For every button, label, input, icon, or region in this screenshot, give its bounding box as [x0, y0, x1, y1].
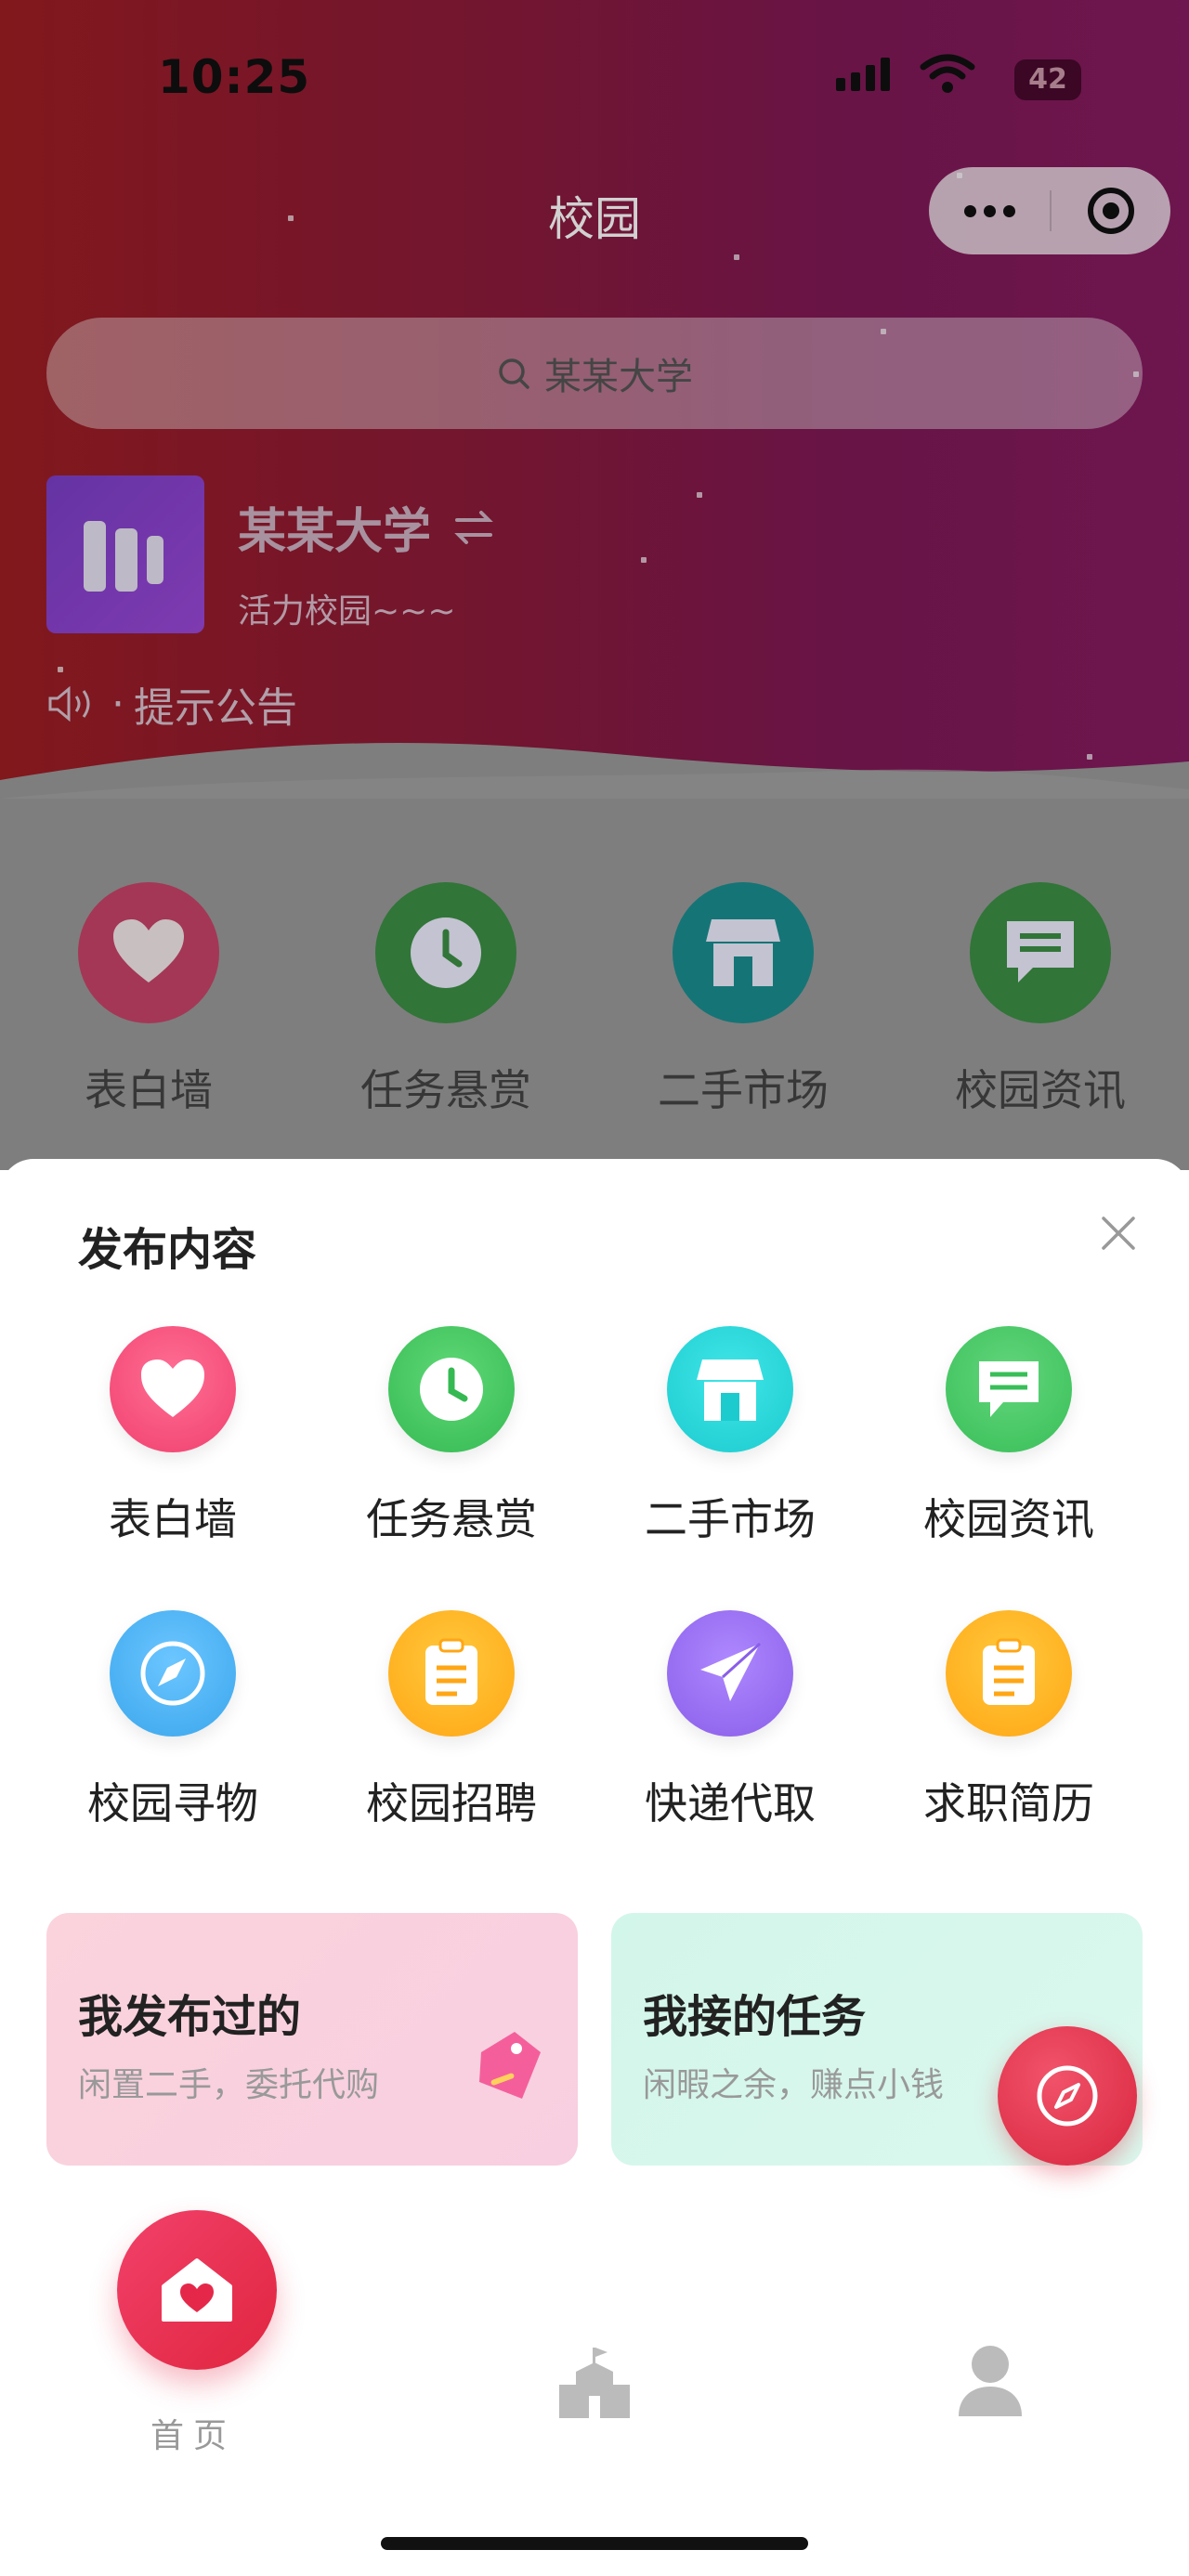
home-indicator: [381, 2537, 808, 2550]
close-icon[interactable]: [1096, 1211, 1141, 1255]
card-title: 我发布过的: [78, 1991, 302, 2043]
wifi-icon: [920, 54, 975, 93]
clipboard-icon: [983, 1638, 1035, 1705]
close-mini-program-button[interactable]: [1052, 185, 1170, 237]
search-bar[interactable]: 某某大学: [46, 318, 1143, 429]
publish-grid: 表白墙 任务悬赏 二手市场 校园资讯 校园寻物 校园招聘 快递代取 求职简历: [33, 1326, 1148, 1831]
status-time: 10:25: [158, 50, 311, 104]
clipboard-icon: [425, 1638, 477, 1705]
bg-nav-confession: 表白墙: [0, 882, 297, 1118]
notice-bar[interactable]: · 提示公告: [46, 674, 297, 734]
publish-task-reward[interactable]: 任务悬赏: [312, 1326, 591, 1547]
paper-plane-icon: [700, 1642, 762, 1701]
school-slogan: 活力校园~~~: [238, 592, 456, 631]
search-icon: [499, 358, 529, 389]
school-logo: [46, 475, 204, 633]
battery-indicator: 42: [1014, 59, 1081, 100]
publish-confession[interactable]: 表白墙: [33, 1326, 312, 1547]
page-title: 校园: [548, 192, 641, 246]
publish-resume[interactable]: 求职简历: [869, 1610, 1148, 1831]
clock-icon: [411, 917, 481, 988]
compass-icon: [140, 1641, 205, 1706]
speaker-icon: [48, 685, 90, 722]
heart-icon: [113, 919, 184, 982]
tab-home-label: 首页: [150, 2417, 237, 2455]
switch-icon[interactable]: [453, 507, 494, 548]
message-icon: [1007, 921, 1074, 982]
shop-icon: [706, 919, 780, 986]
publish-campus-jobs[interactable]: 校园招聘: [312, 1610, 591, 1831]
card-subtitle: 闲置二手，委托代购: [78, 2066, 380, 2104]
sheet-title: 发布内容: [78, 1224, 257, 1276]
search-placeholder: 某某大学: [544, 356, 693, 398]
bg-nav-task: 任务悬赏: [297, 882, 594, 1118]
publish-second-hand[interactable]: 二手市场: [591, 1326, 869, 1547]
school-info: 某某大学 活力校园~~~: [46, 475, 494, 633]
heart-icon: [141, 1360, 204, 1417]
more-button[interactable]: [929, 204, 1050, 217]
card-title: 我接的任务: [643, 1991, 867, 2043]
publish-express-pickup[interactable]: 快递代取: [591, 1610, 869, 1831]
bg-nav-news: 校园资讯: [892, 882, 1189, 1118]
mini-program-capsule: [929, 167, 1170, 254]
tab-campus[interactable]: [555, 2344, 634, 2422]
clock-icon: [420, 1358, 483, 1421]
floating-compass-button[interactable]: [998, 2026, 1137, 2166]
message-icon: [979, 1361, 1039, 1417]
my-published-card[interactable]: 我发布过的 闲置二手，委托代购: [46, 1913, 578, 2166]
publish-campus-news[interactable]: 校园资讯: [869, 1326, 1148, 1547]
tag-icon: [479, 2032, 541, 2099]
tab-home[interactable]: [117, 2210, 277, 2370]
tab-profile[interactable]: [953, 2344, 1027, 2418]
signal-icon: [836, 58, 890, 91]
notice-text: 提示公告: [134, 684, 297, 732]
bg-nav-market: 二手市场: [594, 882, 892, 1118]
home-heart-icon: [162, 2258, 232, 2322]
publish-lost-found[interactable]: 校园寻物: [33, 1610, 312, 1831]
school-name: 某某大学: [238, 504, 432, 560]
compass-icon: [1037, 2065, 1098, 2127]
status-bar: 10:25 42: [0, 0, 1189, 158]
target-icon: [1088, 188, 1134, 234]
shop-icon: [697, 1360, 764, 1421]
background-nav: 表白墙 任务悬赏 二手市场 校园资讯: [0, 882, 1189, 1118]
card-subtitle: 闲暇之余，赚点小钱: [643, 2066, 945, 2104]
